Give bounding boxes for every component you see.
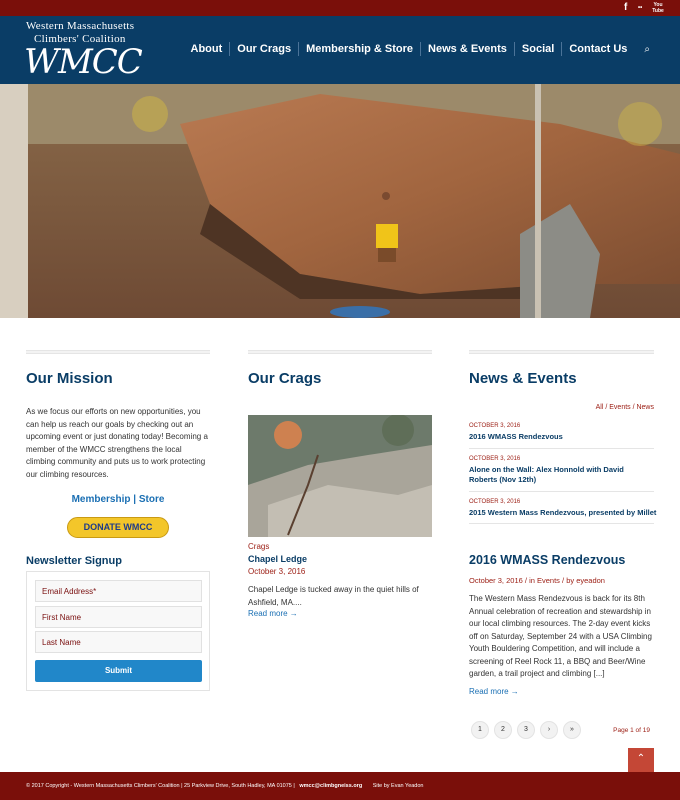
footer-credit[interactable]: Site by Evan Yeadon <box>373 783 424 789</box>
newsletter-form: Email Address* First Name Last Name Subm… <box>26 571 210 691</box>
column-divider <box>469 350 654 354</box>
featured-post-category[interactable]: in Events <box>529 576 560 585</box>
nav-social[interactable]: Social <box>513 42 561 56</box>
column-divider <box>26 350 210 354</box>
submit-button[interactable]: Submit <box>35 660 202 682</box>
crag-category[interactable]: Crags <box>248 542 269 551</box>
membership-link[interactable]: Membership <box>72 494 131 505</box>
mission-text: As we focus our efforts on new opportuni… <box>26 407 208 479</box>
crags-heading: Our Crags <box>248 370 322 387</box>
featured-post-excerpt: The Western Mass Rendezvous is back for … <box>469 594 652 678</box>
news-item-title[interactable]: 2015 Western Mass Rendezvous, presented … <box>469 508 656 517</box>
page-2-button[interactable]: 2 <box>494 721 512 739</box>
site-footer: © 2017 Copyright - Western Massachusetts… <box>0 772 680 800</box>
youtube-icon[interactable]: You Tube <box>652 2 664 14</box>
crag-read-more[interactable]: Read more → <box>248 609 298 618</box>
news-item-title[interactable]: Alone on the Wall: Alex Honnold with Dav… <box>469 465 654 485</box>
footer-copyright: © 2017 Copyright - Western Massachusetts… <box>26 783 295 789</box>
news-item-date: OCTOBER 3, 2016 <box>469 499 521 505</box>
logo-line-1: Western Massachusetts <box>26 20 135 32</box>
crag-post-date: October 3, 2016 <box>248 567 306 576</box>
featured-post-title[interactable]: 2016 WMASS Rendezvous <box>469 553 625 567</box>
chapel-ledge-image[interactable] <box>248 415 432 537</box>
last-name-field[interactable]: Last Name <box>35 631 202 653</box>
next-page-button[interactable]: › <box>540 721 558 739</box>
news-list-item[interactable]: OCTOBER 3, 2016 2016 WMASS Rendezvous <box>469 423 654 449</box>
nav-news-events[interactable]: News & Events <box>420 42 514 56</box>
page-1-button[interactable]: 1 <box>471 721 489 739</box>
news-list-item[interactable]: OCTOBER 3, 2016 2015 Western Mass Rendez… <box>469 499 656 524</box>
link-separator: | <box>133 494 137 505</box>
mission-heading: Our Mission <box>26 370 113 387</box>
flickr-icon[interactable]: •• <box>638 2 642 14</box>
featured-post-date: October 3, 2016 <box>469 576 523 585</box>
news-heading: News & Events <box>469 370 577 387</box>
first-name-field[interactable]: First Name <box>35 606 202 628</box>
facebook-icon[interactable]: f <box>624 2 627 14</box>
featured-post-meta: October 3, 2016 / in Events / by eyeadon <box>469 576 605 585</box>
last-page-button[interactable]: » <box>563 721 581 739</box>
donate-button[interactable]: DONATE WMCC <box>67 517 169 538</box>
email-field[interactable]: Email Address* <box>35 580 202 602</box>
membership-store-links: Membership | Store <box>26 494 210 505</box>
nav-membership-store[interactable]: Membership & Store <box>298 42 420 56</box>
top-utility-bar: f •• You Tube <box>0 0 680 16</box>
hero-image <box>0 84 680 318</box>
nav-contact-us[interactable]: Contact Us <box>561 42 634 56</box>
site-header: Western Massachusetts Climbers' Coalitio… <box>0 16 680 84</box>
news-column: News & Events <box>469 350 654 387</box>
crag-excerpt: Chapel Ledge is tucked away in the quiet… <box>248 585 419 607</box>
nav-our-crags[interactable]: Our Crags <box>229 42 298 56</box>
search-icon[interactable]: ⌕ <box>644 44 650 55</box>
newsletter-heading: Newsletter Signup <box>26 555 122 567</box>
logo-mark[interactable]: WMCC <box>24 44 143 80</box>
news-filter[interactable]: All / Events / News <box>469 404 654 411</box>
news-item-date: OCTOBER 3, 2016 <box>469 456 521 462</box>
news-list-item[interactable]: OCTOBER 3, 2016 Alone on the Wall: Alex … <box>469 456 654 492</box>
column-divider <box>248 350 432 354</box>
news-item-date: OCTOBER 3, 2016 <box>469 423 521 429</box>
page-count: Page 1 of 19 <box>613 727 650 734</box>
main-nav: About Our Crags Membership & Store News … <box>184 42 650 56</box>
crag-post-title[interactable]: Chapel Ledge <box>248 554 307 564</box>
footer-email-link[interactable]: wmcc@climbgneiss.org <box>299 783 362 789</box>
crag-photo-illustration <box>248 415 432 537</box>
mission-column: Our Mission <box>26 350 210 387</box>
scroll-to-top-button[interactable]: ⌃ <box>628 748 654 772</box>
hero-boulder-illustration <box>0 84 680 318</box>
store-link[interactable]: Store <box>139 494 165 505</box>
page-3-button[interactable]: 3 <box>517 721 535 739</box>
nav-about[interactable]: About <box>184 42 230 56</box>
news-item-title[interactable]: 2016 WMASS Rendezvous <box>469 432 654 441</box>
featured-read-more[interactable]: Read more → <box>469 687 519 696</box>
crags-column: Our Crags <box>248 350 432 387</box>
featured-post-author[interactable]: by eyeadon <box>566 576 605 585</box>
